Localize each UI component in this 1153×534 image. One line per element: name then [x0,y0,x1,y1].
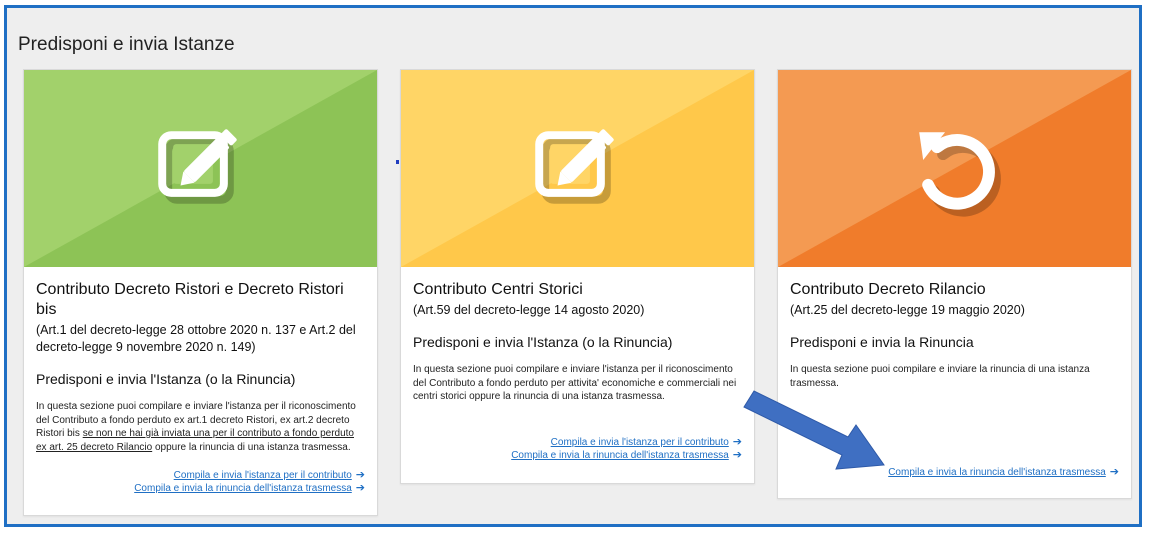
card-description: In questa sezione puoi compilare e invia… [413,364,737,402]
card-action-heading: Predisponi e invia la Rinuncia [790,334,974,350]
card-hero-green [24,70,377,267]
card-action-heading: Predisponi e invia l'Istanza (o la Rinun… [413,334,673,350]
arrow-right-icon: ➔ [1109,466,1119,478]
card-body: Contributo Decreto Rilancio (Art.25 del … [790,280,1119,390]
card-subtitle: (Art.1 del decreto-legge 28 ottobre 2020… [36,323,356,354]
link-compila-rinuncia[interactable]: Compila e invia la rinuncia dell'istanza… [134,482,365,495]
arrow-right-icon: ➔ [355,469,365,481]
card-subtitle: (Art.25 del decreto-legge 19 maggio 2020… [790,303,1025,317]
page-title: Predisponi e invia Istanze [18,34,235,55]
card-hero-yellow [401,70,754,267]
stray-mark [396,160,399,164]
card-action-heading: Predisponi e invia l'Istanza (o la Rinun… [36,371,296,387]
card-title: Contributo Decreto Rilancio [790,281,986,298]
annotation-arrow-icon [743,390,885,470]
card-title: Contributo Decreto Ristori e Decreto Ris… [36,281,344,318]
link-compila-istanza[interactable]: Compila e invia l'istanza per il contrib… [134,469,365,482]
card-centri-storici: Contributo Centri Storici (Art.59 del de… [400,69,755,484]
link-compila-rinuncia[interactable]: Compila e invia la rinuncia dell'istanza… [888,466,1119,479]
card-hero-orange [778,70,1131,267]
link-compila-istanza[interactable]: Compila e invia l'istanza per il contrib… [511,436,742,449]
card-links: Compila e invia l'istanza per il contrib… [511,436,742,462]
card-body: Contributo Decreto Ristori e Decreto Ris… [36,280,365,454]
card-subtitle: (Art.59 del decreto-legge 14 agosto 2020… [413,303,645,317]
link-compila-rinuncia[interactable]: Compila e invia la rinuncia dell'istanza… [511,449,742,462]
card-description: In questa sezione puoi compilare e invia… [36,401,356,453]
card-body: Contributo Centri Storici (Art.59 del de… [413,280,742,404]
card-title: Contributo Centri Storici [413,281,583,298]
card-links: Compila e invia la rinuncia dell'istanza… [888,466,1119,479]
arrow-right-icon: ➔ [355,482,365,494]
card-links: Compila e invia l'istanza per il contrib… [134,469,365,495]
card-ristori: Contributo Decreto Ristori e Decreto Ris… [23,69,378,516]
